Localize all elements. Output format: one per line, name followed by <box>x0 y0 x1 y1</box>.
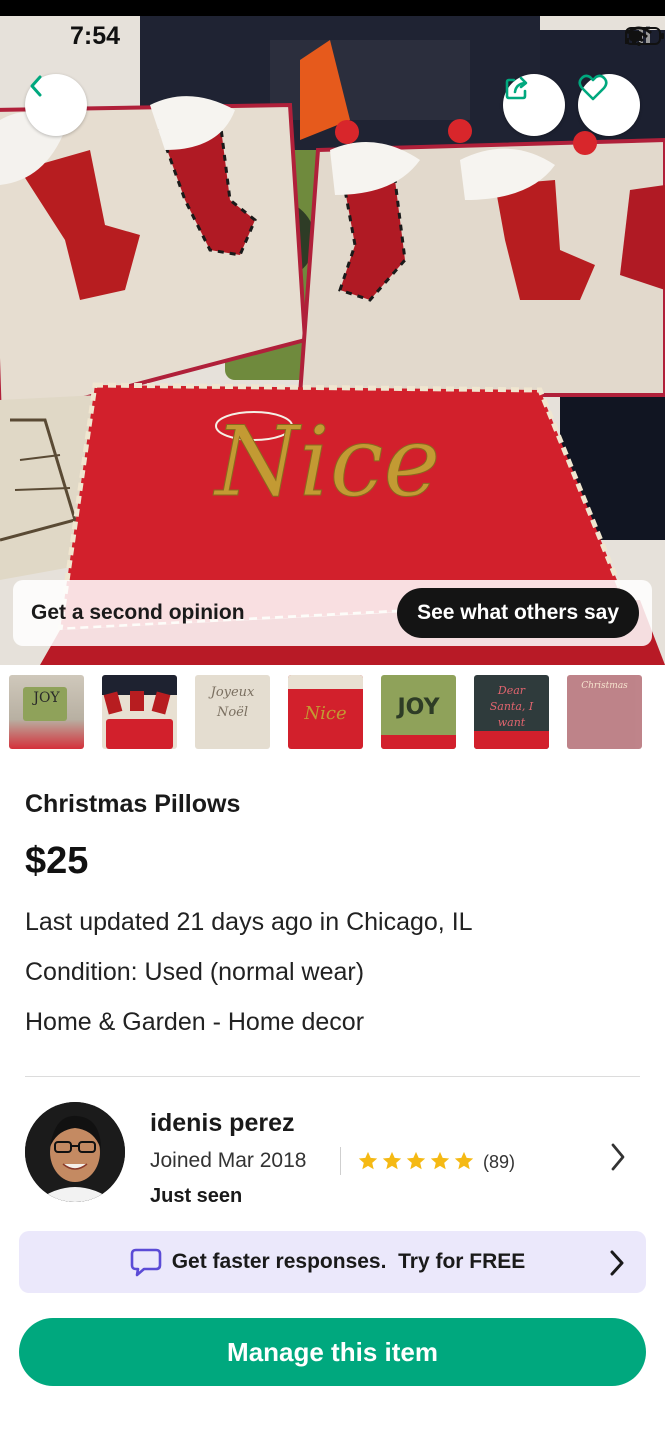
thumbnail-3[interactable]: Joyeux Noël <box>195 675 270 749</box>
star-icon <box>382 1151 402 1170</box>
listing-updated: Last updated 21 days ago in Chicago, IL <box>25 908 473 936</box>
listing-condition: Condition: Used (normal wear) <box>25 958 365 986</box>
thumbnail-5-text: JOY <box>397 695 440 720</box>
heart-icon <box>578 74 608 101</box>
star-icon <box>430 1151 450 1170</box>
star-icon <box>358 1151 378 1170</box>
share-icon <box>505 76 528 100</box>
separator <box>340 1147 341 1175</box>
status-strip <box>0 0 665 16</box>
thumbnail-7-text: Christmas <box>581 681 628 691</box>
see-what-others-say-button[interactable]: See what others say <box>397 588 639 638</box>
second-opinion-text: Get a second opinion <box>31 601 245 624</box>
thumbnail-1[interactable]: JOY <box>9 675 84 749</box>
chevron-right-icon <box>611 1143 625 1171</box>
thumbnail-1-text: JOY <box>33 690 60 706</box>
listing-photo[interactable]: Nice 7:54 Get a second opinion See what … <box>0 0 665 665</box>
promo-chevron <box>608 1248 626 1283</box>
star-icon <box>406 1151 426 1170</box>
chevron-right-icon <box>610 1250 624 1276</box>
thumbnail-6-text: Dear Santa, I want <box>489 684 534 729</box>
thumbnail-7[interactable]: Christmas <box>567 675 642 749</box>
second-opinion-banner: Get a second opinion See what others say <box>13 580 652 646</box>
share-button[interactable] <box>503 74 565 136</box>
listing-category: Home & Garden - Home decor <box>25 1008 365 1036</box>
divider <box>25 1076 640 1077</box>
status-time: 7:54 <box>70 22 121 50</box>
seller-last-seen: Just seen <box>150 1185 243 1207</box>
rating-stars <box>357 1150 475 1172</box>
seller-joined: Joined Mar 2018 <box>150 1149 307 1172</box>
thumbnail-4-text: Nice <box>304 703 347 724</box>
thumbnail-6[interactable]: Dear Santa, I want <box>474 675 549 749</box>
listing-title: Christmas Pillows <box>25 790 241 818</box>
seller-chevron-right-icon[interactable] <box>608 1141 628 1178</box>
back-button[interactable] <box>25 74 87 136</box>
favorite-button[interactable] <box>578 74 640 136</box>
thumbnail-5[interactable]: JOY <box>381 675 456 749</box>
status-bar: 7:54 <box>0 0 665 60</box>
thumbnail-3-text: Joyeux Noël <box>210 685 255 720</box>
avatar[interactable] <box>25 1102 125 1202</box>
rating-count: (89) <box>483 1152 516 1172</box>
chevron-left-icon <box>30 75 42 97</box>
listing-price: $25 <box>25 840 89 882</box>
thumbnail-4[interactable]: Nice <box>288 675 363 749</box>
seller-photo <box>25 1102 125 1202</box>
battery-icon <box>625 27 664 45</box>
thumbnail-2[interactable] <box>102 675 177 749</box>
manage-item-button[interactable]: Manage this item <box>19 1318 646 1386</box>
promo-text: Get faster responses. Try for FREE <box>171 1250 526 1273</box>
nice-text: Nice <box>213 406 440 518</box>
star-icon <box>454 1151 474 1170</box>
thumbnail-strip: JOY Joyeux Noël Nice JOY Dear Santa, I w… <box>9 675 642 749</box>
chat-bubble-icon <box>130 1248 161 1277</box>
seller-name: idenis perez <box>150 1109 295 1137</box>
pillows-photo: Nice <box>0 0 665 665</box>
faster-responses-promo[interactable]: Get faster responses. Try for FREE <box>19 1231 646 1293</box>
